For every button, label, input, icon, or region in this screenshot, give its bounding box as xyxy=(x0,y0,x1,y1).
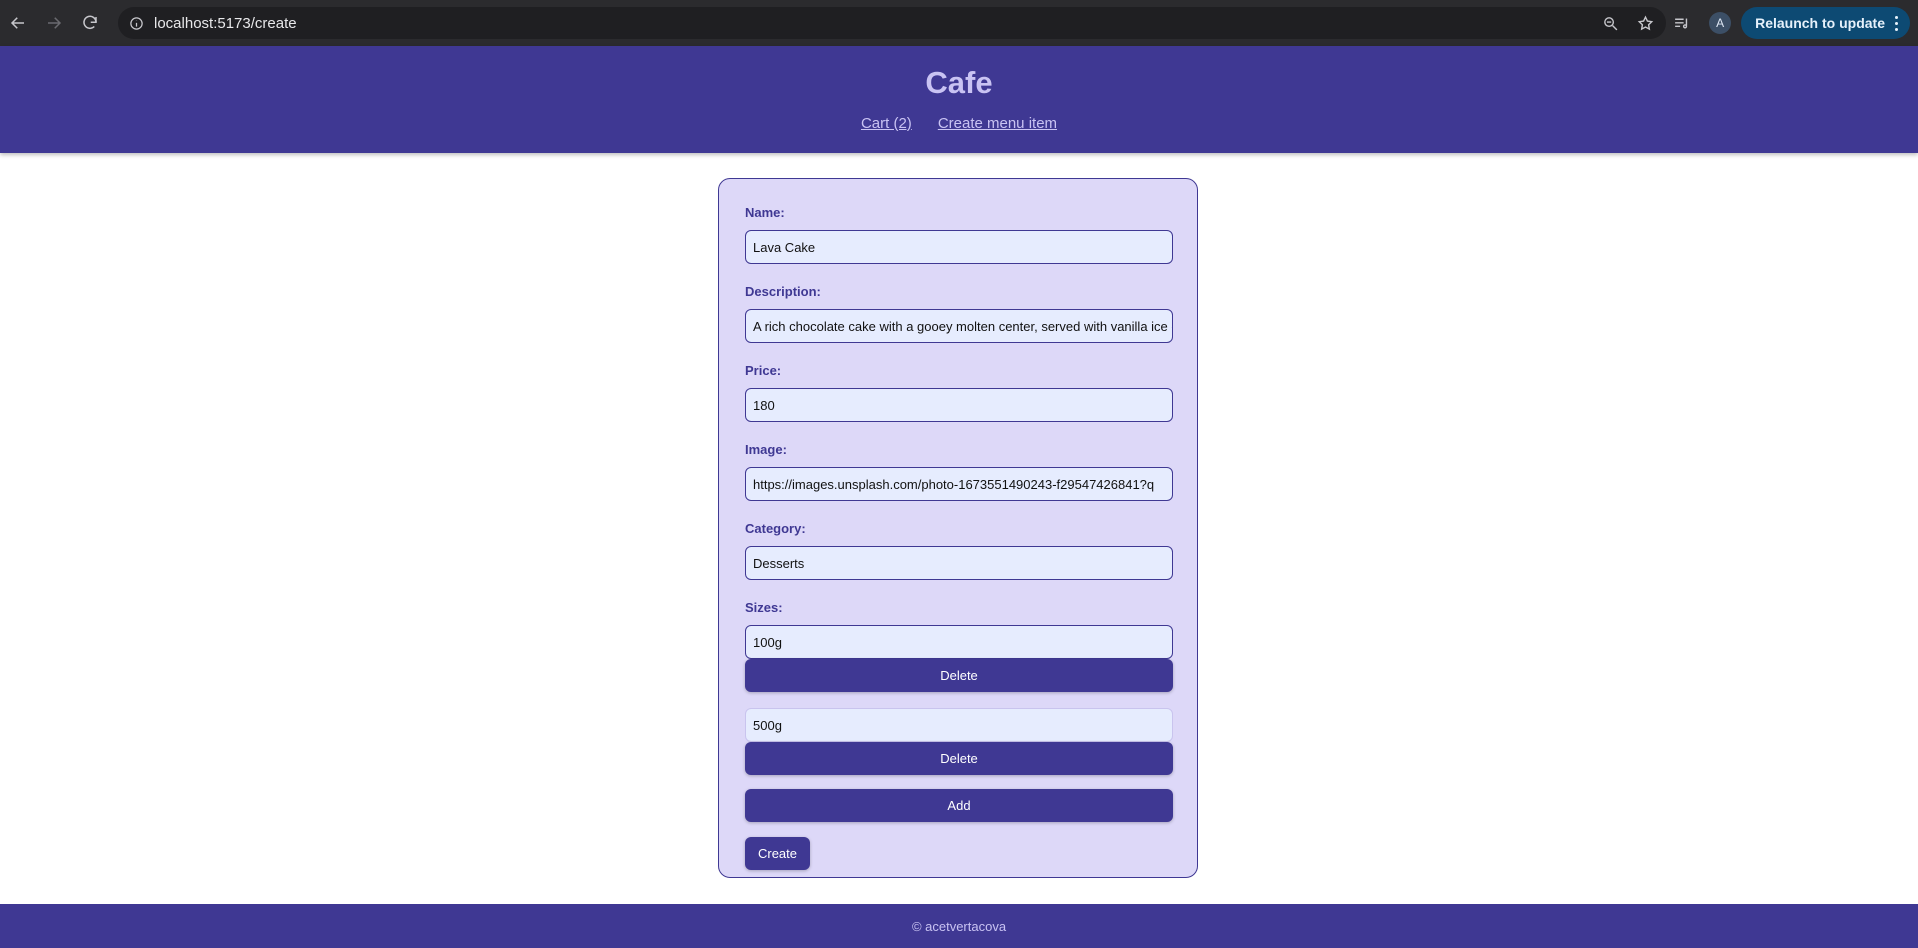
delete-size-button[interactable]: Delete xyxy=(745,742,1173,775)
reload-button[interactable] xyxy=(72,0,108,46)
category-label: Category: xyxy=(745,521,806,536)
relaunch-label: Relaunch to update xyxy=(1755,15,1885,31)
address-bar[interactable]: localhost:5173/create xyxy=(118,7,1666,39)
forward-button[interactable] xyxy=(36,0,72,46)
bookmark-star-icon[interactable] xyxy=(1637,14,1654,32)
category-input[interactable]: Desserts xyxy=(745,546,1173,580)
reload-icon xyxy=(83,15,97,30)
name-input[interactable]: Lava Cake xyxy=(745,230,1173,264)
arrow-right-icon xyxy=(48,17,62,29)
profile-avatar[interactable]: A xyxy=(1709,12,1732,34)
back-button[interactable] xyxy=(0,0,36,46)
name-label: Name: xyxy=(745,205,785,220)
app-nav: Cart (2) Create menu item xyxy=(0,115,1918,132)
delete-size-button[interactable]: Delete xyxy=(745,659,1173,692)
create-button[interactable]: Create xyxy=(745,837,810,870)
browser-toolbar: localhost:5173/create A Relaunch to upda… xyxy=(0,0,1918,46)
arrow-left-icon xyxy=(10,17,24,29)
image-label: Image: xyxy=(745,442,787,457)
price-input[interactable]: 180 xyxy=(745,388,1173,422)
description-input[interactable]: A rich chocolate cake with a gooey molte… xyxy=(745,309,1173,343)
zoom-icon[interactable] xyxy=(1602,15,1619,32)
relaunch-button[interactable]: Relaunch to update xyxy=(1741,7,1910,39)
url-text: localhost:5173/create xyxy=(154,14,297,32)
price-label: Price: xyxy=(745,363,782,378)
create-menu-item-link[interactable]: Create menu item xyxy=(938,115,1057,132)
more-vert-icon xyxy=(1895,15,1898,31)
size-row: 500g Delete xyxy=(745,708,1173,775)
size-input[interactable]: 100g xyxy=(745,625,1173,659)
app-title: Cafe xyxy=(925,65,993,100)
site-info-icon[interactable] xyxy=(118,16,154,31)
create-menu-item-form: Name: Lava Cake Description: A rich choc… xyxy=(718,178,1198,878)
footer-copyright: © acetvertacova xyxy=(911,918,1007,934)
footer: © acetvertacova xyxy=(0,904,1918,948)
description-label: Description: xyxy=(745,284,821,299)
cart-link[interactable]: Cart (2) xyxy=(861,115,912,132)
app-header: Cafe Cart (2) Create menu item xyxy=(0,46,1918,153)
media-controls-icon[interactable] xyxy=(1663,15,1699,32)
add-size-button[interactable]: Add xyxy=(745,789,1173,822)
size-input[interactable]: 500g xyxy=(745,708,1173,742)
size-row: 100g Delete xyxy=(745,625,1173,692)
sizes-label: Sizes: xyxy=(745,600,783,615)
image-url-input[interactable]: https://images.unsplash.com/photo-167355… xyxy=(745,467,1173,501)
